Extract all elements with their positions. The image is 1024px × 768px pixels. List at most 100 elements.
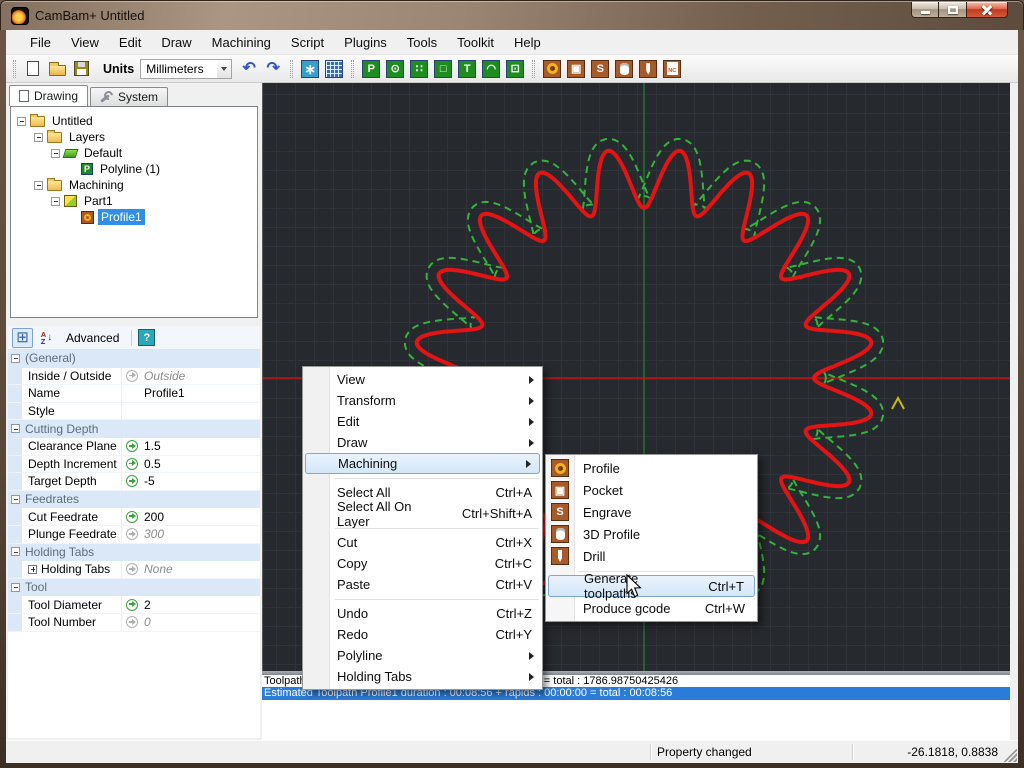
- machine-gcode-icon[interactable]: NC: [661, 58, 683, 80]
- context-menu-holding-tabs[interactable]: Holding Tabs: [303, 666, 542, 687]
- context-menu-undo[interactable]: UndoCtrl+Z: [303, 603, 542, 624]
- context-menu-machining[interactable]: Machining: [305, 453, 540, 474]
- property-value[interactable]: 0: [142, 615, 260, 629]
- menu-help[interactable]: Help: [504, 31, 551, 54]
- tree-item-profile1[interactable]: Profile1: [11, 209, 257, 225]
- units-combo[interactable]: Millimeters: [140, 59, 232, 79]
- property-value[interactable]: 1.5: [142, 439, 260, 453]
- menu-view[interactable]: View: [61, 31, 109, 54]
- menu-toolkit[interactable]: Toolkit: [447, 31, 504, 54]
- tree-item-layers[interactable]: Layers: [11, 129, 257, 145]
- categorized-view-button[interactable]: ⊞: [12, 328, 33, 348]
- tree-item-default[interactable]: Default: [11, 145, 257, 161]
- menu-plugins[interactable]: Plugins: [334, 31, 397, 54]
- submenu-drill[interactable]: Drill: [546, 545, 757, 567]
- tree-expander[interactable]: [34, 133, 43, 142]
- redo-icon[interactable]: ↷: [262, 58, 284, 80]
- property-value[interactable]: Profile1: [142, 386, 260, 400]
- tree-item-untitled[interactable]: Untitled: [11, 113, 257, 129]
- collapse-icon[interactable]: [11, 354, 20, 363]
- property-row-style[interactable]: Style: [8, 403, 260, 421]
- collapse-icon[interactable]: [11, 424, 20, 433]
- machine-drill-icon[interactable]: [637, 58, 659, 80]
- property-value[interactable]: -5: [142, 474, 260, 488]
- submenu-3d-profile[interactable]: 3D Profile: [546, 523, 757, 545]
- property-row-inside-outside[interactable]: Inside / OutsideOutside: [8, 368, 260, 386]
- snap-points-icon[interactable]: ∗: [299, 58, 321, 80]
- help-button[interactable]: ?: [138, 329, 155, 346]
- context-menu-cut[interactable]: CutCtrl+X: [303, 532, 542, 553]
- machine-profile-icon[interactable]: [541, 58, 563, 80]
- property-row-tool-number[interactable]: Tool Number0: [8, 614, 260, 632]
- menu-tools[interactable]: Tools: [397, 31, 447, 54]
- draw-rectangle-icon[interactable]: □: [432, 58, 454, 80]
- undo-icon[interactable]: ↶: [238, 58, 260, 80]
- property-value[interactable]: 200: [142, 510, 260, 524]
- tab-drawing[interactable]: Drawing: [9, 85, 88, 106]
- context-menu-select-all-on-layer[interactable]: Select All On LayerCtrl+Shift+A: [303, 503, 542, 524]
- value-set-icon[interactable]: [126, 440, 138, 452]
- property-row-tool-diameter[interactable]: Tool Diameter2: [8, 596, 260, 614]
- tree-expander[interactable]: [34, 181, 43, 190]
- value-set-icon[interactable]: [126, 599, 138, 611]
- draw-polyline-icon[interactable]: P: [360, 58, 382, 80]
- tree-expander[interactable]: [51, 197, 60, 206]
- maximize-button[interactable]: [939, 2, 967, 18]
- context-menu-redo[interactable]: RedoCtrl+Y: [303, 624, 542, 645]
- property-category-tool[interactable]: Tool: [8, 579, 260, 597]
- property-category-cutting-depth[interactable]: Cutting Depth: [8, 420, 260, 438]
- property-row-clearance-plane[interactable]: Clearance Plane1.5: [8, 438, 260, 456]
- submenu-engrave[interactable]: SEngrave: [546, 501, 757, 523]
- minimize-button[interactable]: [911, 2, 939, 18]
- property-value[interactable]: 300: [142, 527, 260, 541]
- context-menu-copy[interactable]: CopyCtrl+C: [303, 553, 542, 574]
- submenu-produce-gcode[interactable]: Produce gcodeCtrl+W: [546, 597, 757, 619]
- property-value[interactable]: 2: [142, 598, 260, 612]
- expand-icon[interactable]: [28, 565, 37, 574]
- tree-item-polyline-1[interactable]: PPolyline (1): [11, 161, 257, 177]
- collapse-icon[interactable]: [11, 547, 20, 556]
- value-default-icon[interactable]: [126, 616, 138, 628]
- property-value[interactable]: Outside: [142, 369, 260, 383]
- machine-3dprofile-icon[interactable]: [613, 58, 635, 80]
- menu-script[interactable]: Script: [281, 31, 334, 54]
- draw-text-icon[interactable]: T: [456, 58, 478, 80]
- collapse-icon[interactable]: [11, 495, 20, 504]
- value-default-icon[interactable]: [126, 370, 138, 382]
- property-row-depth-increment[interactable]: Depth Increment0.5: [8, 456, 260, 474]
- close-button[interactable]: [967, 2, 1008, 18]
- property-row-holding-tabs[interactable]: Holding TabsNone: [8, 561, 260, 579]
- menu-file[interactable]: File: [20, 31, 61, 54]
- app-icon[interactable]: [11, 7, 29, 25]
- context-menu-edit[interactable]: Edit: [303, 411, 542, 432]
- tree-item-part1[interactable]: Part1: [11, 193, 257, 209]
- menu-machining[interactable]: Machining: [202, 31, 281, 54]
- context-menu-paste[interactable]: PasteCtrl+V: [303, 574, 542, 595]
- property-category-feedrates[interactable]: Feedrates: [8, 491, 260, 509]
- machine-pocket-icon[interactable]: ▣: [565, 58, 587, 80]
- submenu-profile[interactable]: Profile: [546, 457, 757, 479]
- value-set-icon[interactable]: [126, 475, 138, 487]
- value-default-icon[interactable]: [126, 528, 138, 540]
- combo-dropdown-icon[interactable]: [217, 60, 231, 78]
- property-category-general[interactable]: (General): [8, 350, 260, 368]
- property-category-holding-tabs[interactable]: Holding Tabs: [8, 544, 260, 562]
- context-menu-polyline[interactable]: Polyline: [303, 645, 542, 666]
- property-row-name[interactable]: NameProfile1: [8, 385, 260, 403]
- draw-arc-icon[interactable]: ◠: [480, 58, 502, 80]
- menu-draw[interactable]: Draw: [151, 31, 201, 54]
- submenu-generate-toolpaths[interactable]: Generate toolpathsCtrl+T: [548, 575, 755, 597]
- value-set-icon[interactable]: [126, 458, 138, 470]
- submenu-pocket[interactable]: ▣Pocket: [546, 479, 757, 501]
- property-row-plunge-feedrate[interactable]: Plunge Feedrate300: [8, 526, 260, 544]
- tree-expander[interactable]: [51, 149, 60, 158]
- draw-surface-icon[interactable]: ⊡: [504, 58, 526, 80]
- value-default-icon[interactable]: [126, 563, 138, 575]
- value-set-icon[interactable]: [126, 511, 138, 523]
- advanced-label[interactable]: Advanced: [60, 331, 125, 345]
- sort-alphabetical-button[interactable]: AZ↓: [36, 328, 57, 348]
- property-value[interactable]: 0.5: [142, 457, 260, 471]
- draw-points-icon[interactable]: ∷: [408, 58, 430, 80]
- save-icon[interactable]: [70, 58, 92, 80]
- collapse-icon[interactable]: [11, 583, 20, 592]
